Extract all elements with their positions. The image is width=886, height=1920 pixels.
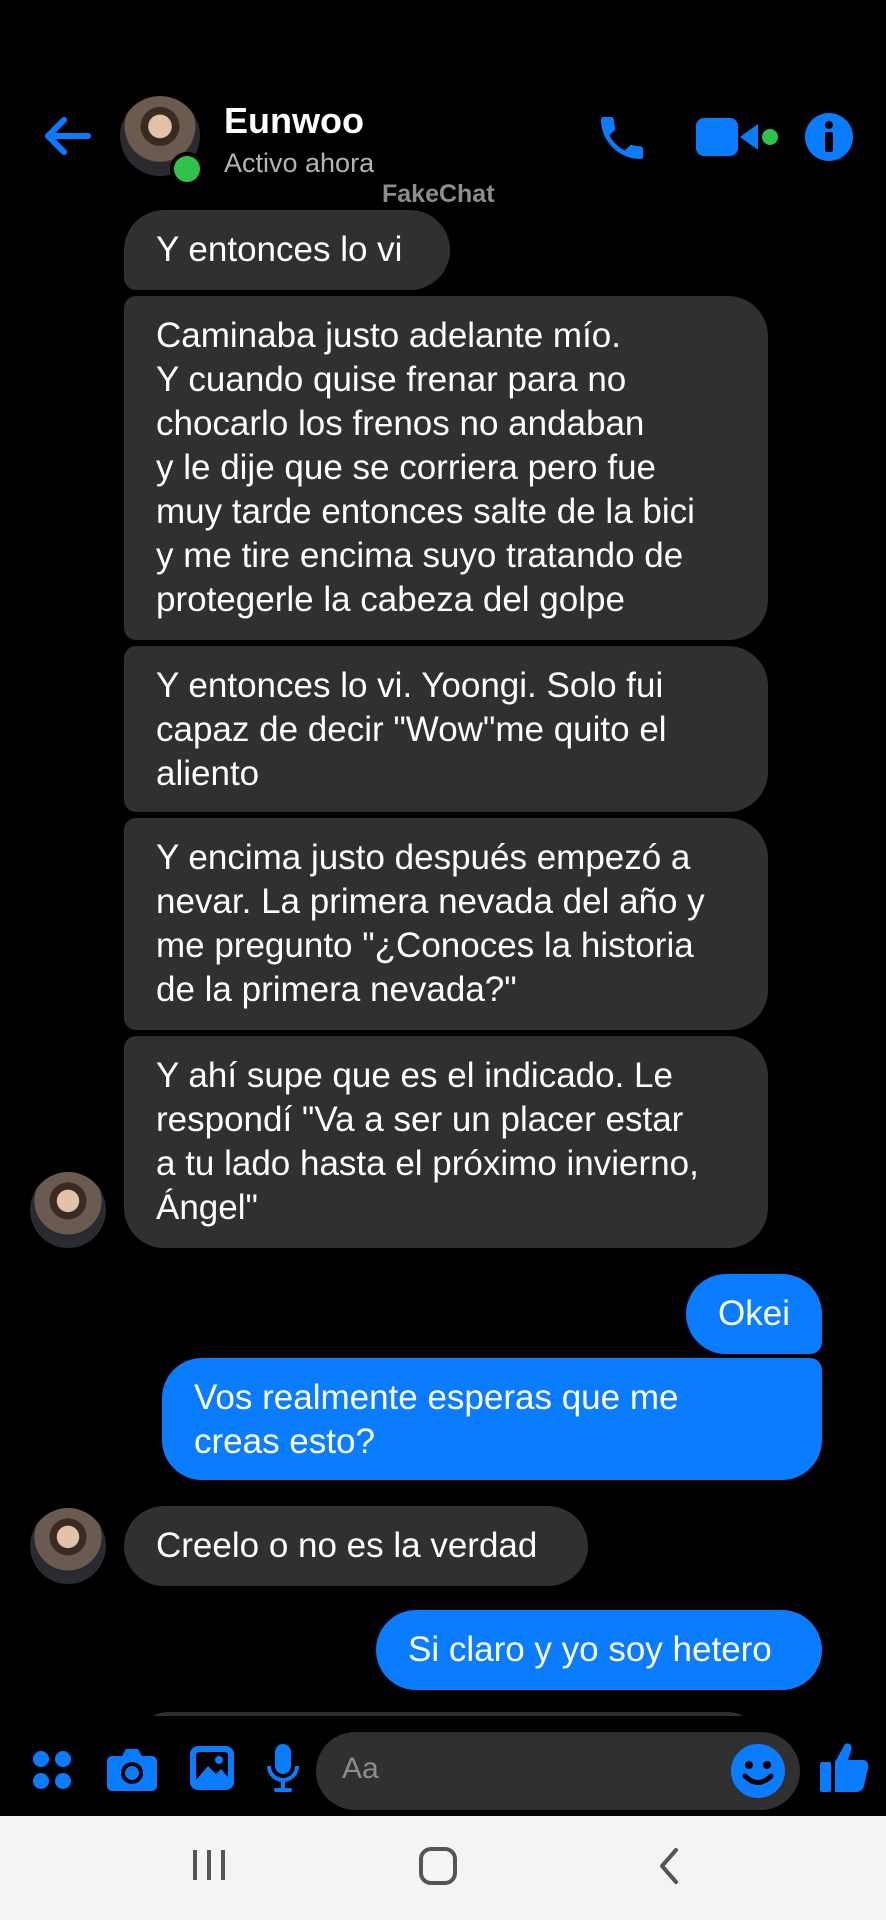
online-indicator (170, 152, 204, 186)
emoji-icon[interactable] (730, 1743, 786, 1799)
message-bubble-incoming[interactable]: Y encima justo después empezó a nevar. L… (124, 818, 768, 1030)
contact-avatar[interactable] (30, 1508, 106, 1584)
microphone-icon[interactable] (266, 1742, 300, 1794)
contact-avatar[interactable] (30, 1172, 106, 1248)
thumbs-up-icon[interactable] (818, 1740, 870, 1794)
apps-icon[interactable] (30, 1748, 74, 1792)
camera-icon[interactable] (106, 1746, 158, 1792)
watermark: FakeChat (382, 180, 495, 208)
message-input[interactable]: Aa (316, 1732, 800, 1810)
video-icon[interactable] (696, 114, 786, 160)
message-input-placeholder: Aa (342, 1752, 379, 1785)
message-bubble-outgoing[interactable]: Si claro y yo soy hetero (376, 1610, 822, 1690)
info-icon[interactable] (804, 112, 854, 162)
message-bubble-outgoing[interactable]: Okei (686, 1274, 822, 1354)
conversation-header: Eunwoo Activo ahora FakeChat (0, 0, 886, 208)
message-bubble-incoming[interactable]: Y entonces lo vi. Yoongi. Solo fui capaz… (124, 646, 768, 812)
message-bubble-incoming[interactable]: Y entonces lo vi (124, 210, 450, 290)
message-bubble-incoming[interactable]: Creelo o no es la verdad (124, 1506, 588, 1586)
contact-name[interactable]: Eunwoo (224, 100, 364, 142)
back-icon[interactable] (656, 1846, 682, 1886)
home-icon[interactable] (418, 1846, 458, 1886)
phone-icon[interactable] (594, 110, 650, 166)
gallery-icon[interactable] (188, 1744, 236, 1792)
recent-apps-icon[interactable] (190, 1848, 228, 1882)
message-bubble-incoming[interactable]: Caminaba justo adelante mío. Y cuando qu… (124, 296, 768, 640)
system-navigation-bar (0, 1816, 886, 1920)
message-bubble-outgoing[interactable]: Vos realmente esperas que me creas esto? (162, 1358, 822, 1480)
contact-status: Activo ahora (224, 148, 375, 178)
message-bubble-incoming[interactable]: Y ahí supe que es el indicado. Le respon… (124, 1036, 768, 1248)
back-arrow-icon[interactable] (38, 112, 94, 160)
